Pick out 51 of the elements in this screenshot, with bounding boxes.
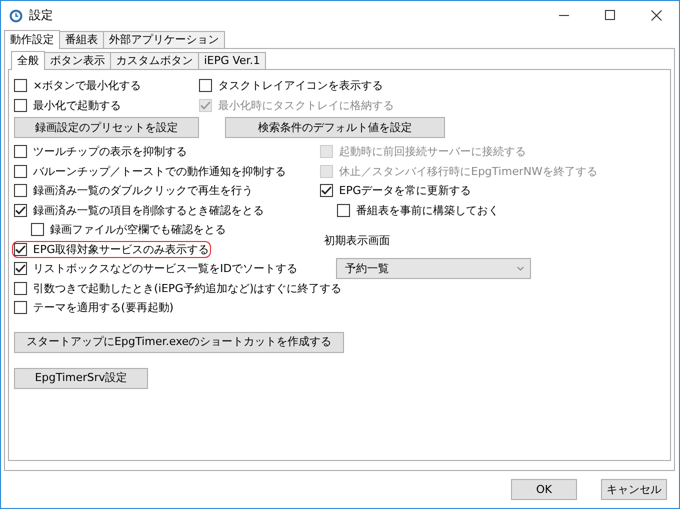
checkbox[interactable] xyxy=(14,301,27,314)
tab[interactable]: 全般 xyxy=(11,51,45,70)
clock-icon xyxy=(9,8,23,22)
window-title: 設定 xyxy=(29,8,53,23)
checkbox[interactable] xyxy=(337,204,350,217)
checkbox-label: 起動時に前回接続サーバーに接続する xyxy=(339,145,526,158)
initial-screen-label: 初期表示画面 xyxy=(324,234,390,248)
checkbox-label: 引数つきで起動したとき(iEPG予約追加など)はすぐに終了する xyxy=(33,282,342,295)
checkbox-label: EPG取得対象サービスのみ表示する xyxy=(33,242,210,256)
checkbox[interactable] xyxy=(14,184,27,198)
tab[interactable]: カスタムボタン xyxy=(110,52,199,69)
checkbox-label: ×ボタンで最小化する xyxy=(33,79,142,92)
dialog-button[interactable]: OK xyxy=(511,479,577,500)
checkbox[interactable] xyxy=(31,223,44,236)
dialog-button[interactable]: キャンセル xyxy=(601,479,667,500)
tab[interactable]: 外部アプリケーション xyxy=(103,31,225,48)
tab[interactable]: 動作設定 xyxy=(4,30,60,49)
initial-screen-dropdown[interactable]: 予約一覧 xyxy=(336,258,531,280)
action-button[interactable]: スタートアップにEpgTimer.exeのショートカットを作成する xyxy=(14,332,344,352)
checkbox-label: 録画済み一覧の項目を削除するとき確認をとる xyxy=(33,204,264,217)
checkbox[interactable] xyxy=(14,79,27,92)
preset-button[interactable]: 検索条件のデフォルト値を設定 xyxy=(225,117,445,138)
checkbox[interactable] xyxy=(320,184,333,198)
checkbox[interactable] xyxy=(14,98,27,112)
tab[interactable]: 番組表 xyxy=(59,31,104,48)
tab[interactable]: ボタン表示 xyxy=(44,52,111,69)
close-icon xyxy=(650,10,662,21)
checkbox[interactable] xyxy=(14,204,27,217)
checkbox-label: タスクトレイアイコンを表示する xyxy=(218,79,383,92)
checkbox[interactable] xyxy=(14,145,27,158)
tab[interactable]: iEPG Ver.1 xyxy=(198,52,266,69)
preset-button[interactable]: 録画設定のプリセットを設定 xyxy=(14,117,199,138)
checkbox-label: 録画済み一覧のダブルクリックで再生を行う xyxy=(33,184,253,198)
checkbox-label: 録画ファイルが空欄でも確認をとる xyxy=(50,223,226,236)
checkbox[interactable] xyxy=(14,164,27,178)
action-button[interactable]: EpgTimerSrv設定 xyxy=(14,368,148,388)
checkbox[interactable] xyxy=(199,79,212,92)
checkbox[interactable] xyxy=(14,242,27,256)
checkbox-label: 最小化時にタスクトレイに格納する xyxy=(218,98,394,112)
checkbox[interactable] xyxy=(14,282,27,295)
checkbox-label: EPGデータを常に更新する xyxy=(339,184,472,198)
checkbox-label: 最小化で起動する xyxy=(33,98,121,112)
checkbox-label: バルーンチップ／トーストでの動作通知を抑制する xyxy=(33,164,286,178)
checkbox-label: テーマを適用する(要再起動) xyxy=(33,301,174,314)
checkbox-label: 番組表を事前に構築しておく xyxy=(356,204,499,217)
checkbox-label: 休止／スタンバイ移行時にEpgTimerNWを終了する xyxy=(339,164,598,178)
checkbox[interactable] xyxy=(14,262,27,276)
checkbox-label: ツールチップの表示を抑制する xyxy=(33,145,187,158)
chevron-down-icon xyxy=(517,266,524,272)
maximize-icon xyxy=(604,10,616,21)
checkbox-label: リストボックスなどのサービス一覧をIDでソートする xyxy=(33,262,298,276)
